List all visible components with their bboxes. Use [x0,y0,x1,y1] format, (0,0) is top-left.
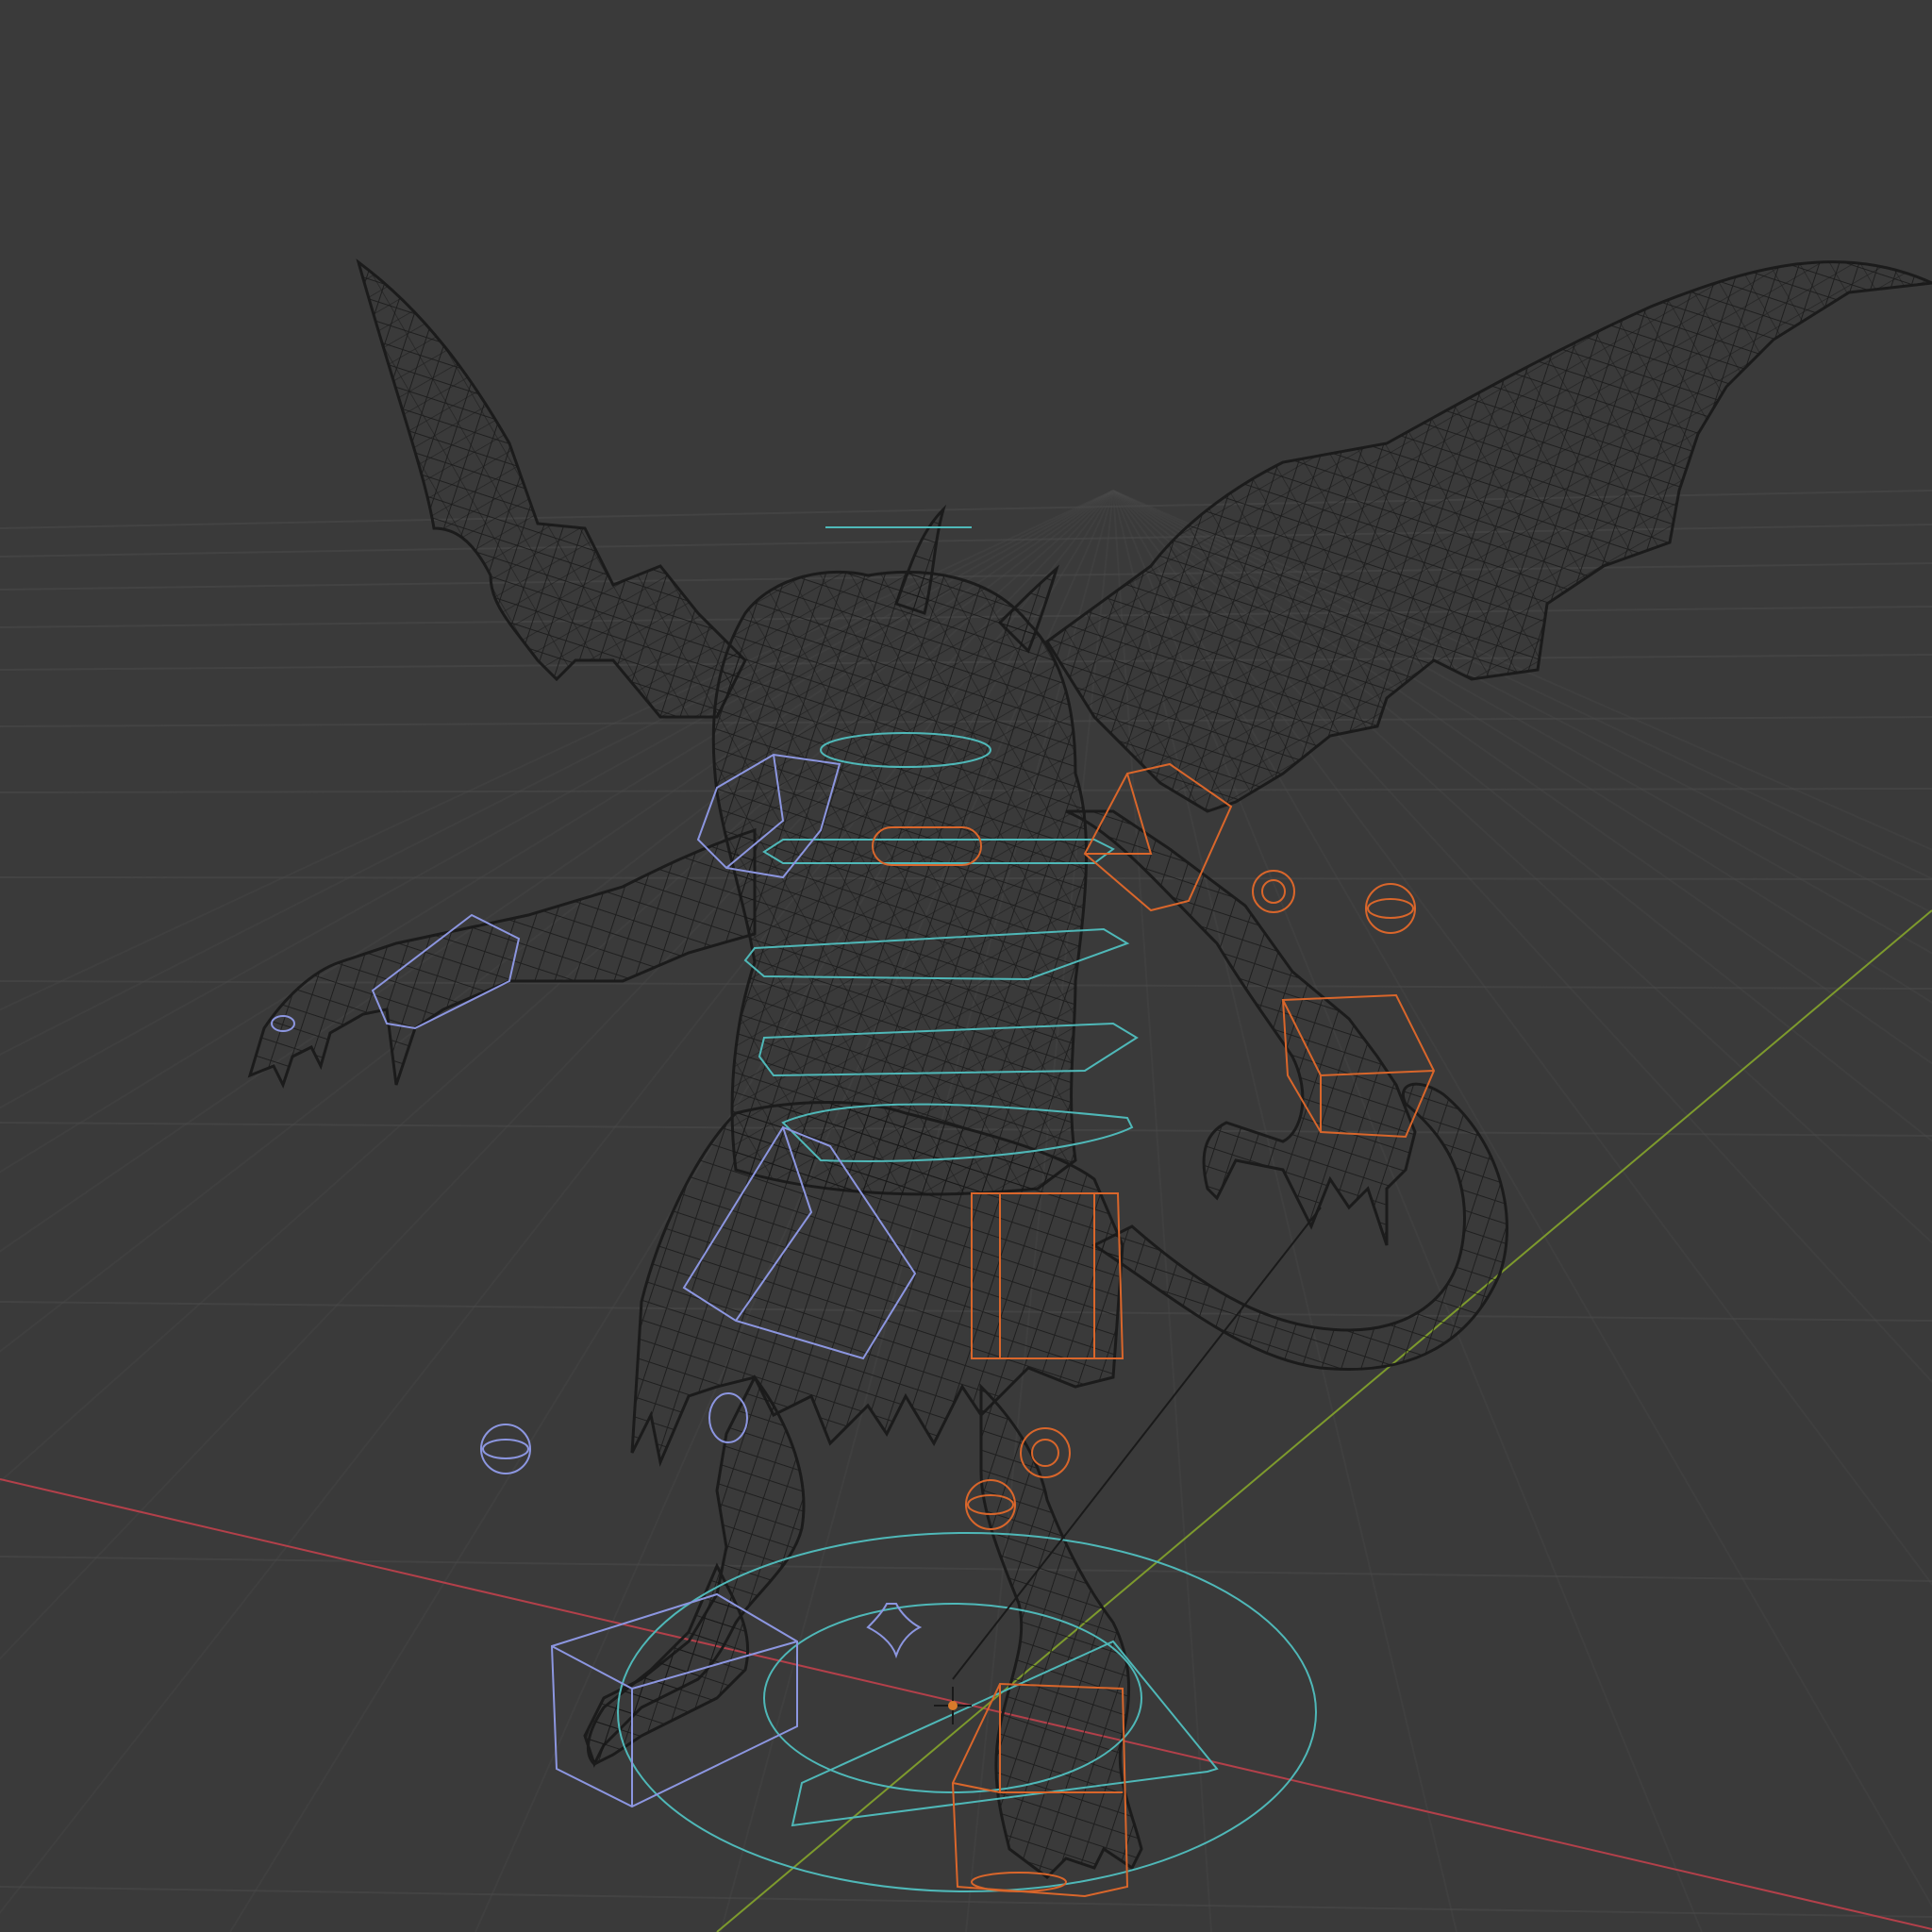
right-elbow-pole-control[interactable] [1252,870,1295,913]
left-knee-pole-ring[interactable] [482,1439,529,1459]
grid-line [0,1556,1932,1582]
x-axis-line [0,1478,1932,1930]
left-knee-pole-control[interactable] [480,1424,531,1474]
left-foot[interactable] [586,1562,750,1766]
right-arm-pole-ring[interactable] [1367,898,1414,919]
viewport-canvas[interactable] [0,0,1932,1932]
right-leg[interactable] [979,1383,1143,1879]
3d-cursor[interactable] [934,1687,972,1724]
right-wing-overlay [1047,261,1932,811]
left-wing-overlay [358,262,745,717]
loincloth[interactable] [630,1100,1124,1468]
right-arm-pole-control[interactable] [1365,883,1416,934]
right-knee-control-inner[interactable] [1031,1439,1059,1467]
3d-viewport[interactable] [0,0,1932,1932]
head-torso-overlay [713,572,1087,1194]
